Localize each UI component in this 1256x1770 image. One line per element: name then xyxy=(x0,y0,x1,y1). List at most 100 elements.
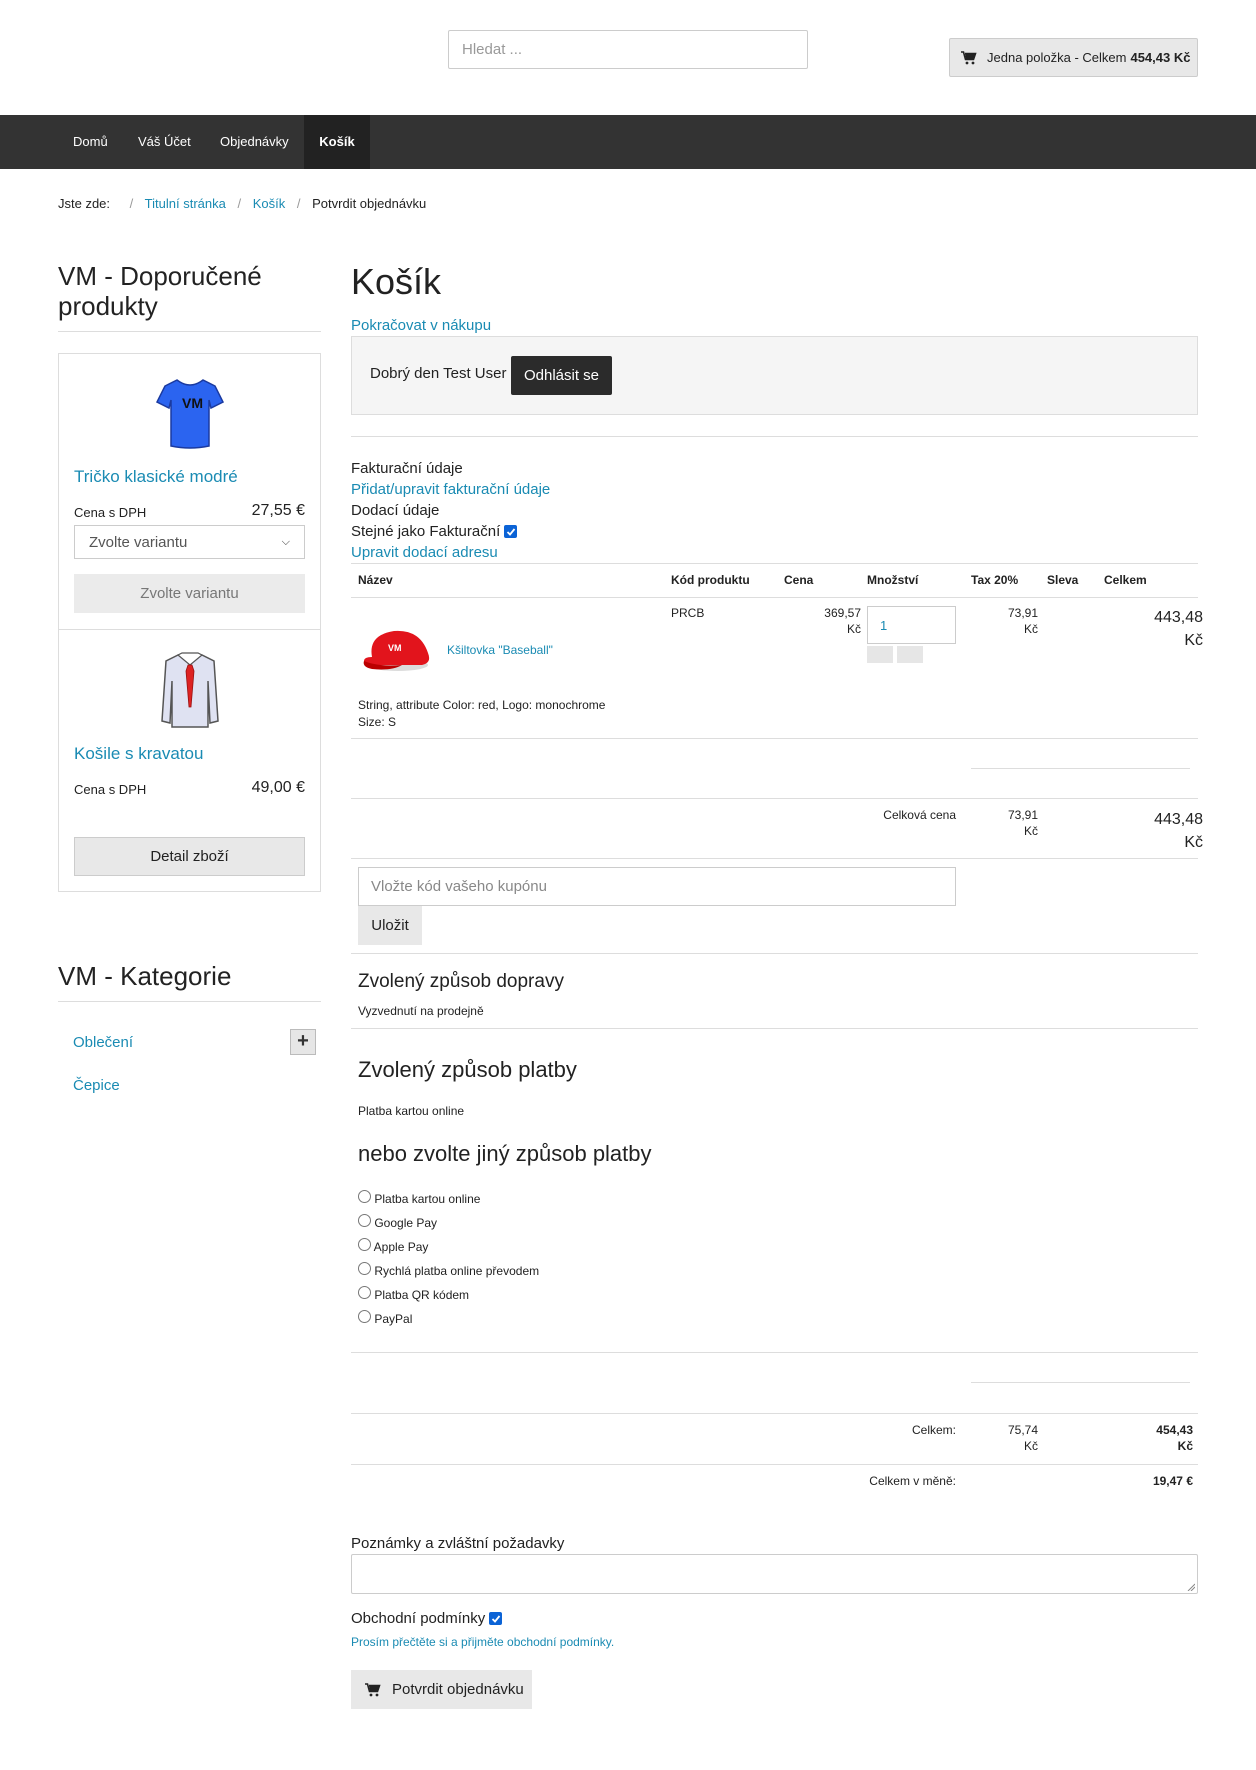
cart-icon xyxy=(365,1682,381,1696)
payment-option-radio[interactable] xyxy=(358,1190,371,1203)
shipping-method-heading: Zvolený způsob dopravy xyxy=(358,971,564,992)
tos-link[interactable]: Prosím přečtěte si a přijměte obchodní p… xyxy=(351,1635,614,1649)
payment-option[interactable]: Platba kartou online xyxy=(358,1187,539,1211)
variant-select[interactable]: Zvolte variantu ⌵ xyxy=(74,525,305,559)
grand-total-tax: 75,74 Kč xyxy=(960,1423,1038,1453)
nav-orders[interactable]: Objednávky xyxy=(220,115,289,169)
product-attributes-line: String, attribute Color: red, Logo: mono… xyxy=(358,698,606,712)
main-navbar: Domů Váš Účet Objednávky Košík xyxy=(0,115,1256,169)
shirt-tie-icon xyxy=(161,652,219,728)
logout-button[interactable]: Odhlásit se xyxy=(511,356,612,395)
update-quantity-button[interactable] xyxy=(867,646,893,663)
divider xyxy=(351,1464,1198,1465)
expand-category-button[interactable]: + xyxy=(290,1029,316,1055)
payment-option-label: Platba kartou online xyxy=(374,1192,481,1206)
edit-shipping-link[interactable]: Upravit dodací adresu xyxy=(351,544,498,561)
divider xyxy=(351,1413,1198,1414)
blue-tshirt-icon: VM xyxy=(155,379,225,449)
cart-product-link[interactable]: Kšiltovka "Baseball" xyxy=(447,643,553,657)
divider xyxy=(351,858,1198,859)
quantity-input[interactable]: 1 xyxy=(867,606,956,644)
subtotal-tax: 73,91 Kč xyxy=(960,808,1038,838)
category-clothing-link[interactable]: Oblečení xyxy=(73,1034,133,1051)
remove-product-button[interactable] xyxy=(897,646,923,663)
red-cap-icon: VM xyxy=(363,630,430,671)
product-name-link[interactable]: Tričko klasické modré xyxy=(74,467,238,487)
quantity-value: 1 xyxy=(880,617,888,633)
checkmark-icon xyxy=(506,527,515,536)
divider xyxy=(58,1001,321,1002)
payment-option-radio[interactable] xyxy=(358,1238,371,1251)
col-header-total: Celkem xyxy=(1104,573,1147,587)
coupon-save-button[interactable]: Uložit xyxy=(358,906,422,945)
payment-option-label: Google Pay xyxy=(374,1216,438,1230)
product-name-link[interactable]: Košile s kravatou xyxy=(74,744,203,764)
product-price: 49,00 € xyxy=(251,779,305,796)
breadcrumb-home-link[interactable]: Titulní stránka xyxy=(145,196,226,211)
shipping-method-value: Vyzvednutí na prodejně xyxy=(358,1004,484,1018)
edit-billing-link[interactable]: Přidat/upravit fakturační údaje xyxy=(351,481,550,498)
subtotal-tax-amount: 73,91 xyxy=(1007,808,1038,822)
search-input[interactable] xyxy=(448,30,808,69)
payment-option-radio[interactable] xyxy=(358,1262,371,1275)
svg-text:VM: VM xyxy=(182,395,203,411)
nav-cart[interactable]: Košík xyxy=(304,115,370,169)
same-as-billing-checkbox[interactable] xyxy=(504,525,517,538)
payment-option[interactable]: Rychlá platba online převodem xyxy=(358,1259,539,1283)
product-attributes: String, attribute Color: red, Logo: mono… xyxy=(358,697,605,731)
payment-option[interactable]: Apple Pay xyxy=(358,1235,539,1259)
divider xyxy=(971,1382,1190,1383)
col-header-name: Název xyxy=(358,573,393,587)
divider xyxy=(351,953,1198,954)
grand-total-amount: 454,43 xyxy=(1156,1423,1193,1437)
notes-textarea[interactable] xyxy=(351,1554,1198,1594)
divider xyxy=(351,798,1198,799)
product-detail-button[interactable]: Detail zboží xyxy=(74,837,305,876)
grand-total-value: 454,43 Kč xyxy=(1093,1423,1193,1453)
confirm-order-button[interactable]: Potvrdit objednávku xyxy=(351,1670,532,1709)
tos-checkbox[interactable] xyxy=(489,1612,502,1625)
divider xyxy=(58,331,321,332)
col-header-qty: Množství xyxy=(867,573,919,587)
payment-option[interactable]: PayPal xyxy=(358,1307,539,1331)
subtotal-total-amount: 443,48 xyxy=(1154,811,1203,828)
breadcrumb-separator: / xyxy=(129,196,134,211)
product-price: 369,57 Kč xyxy=(780,606,861,636)
cart-icon xyxy=(961,50,977,64)
page-title: Košík xyxy=(351,261,442,302)
resize-handle-icon[interactable] xyxy=(1187,1583,1195,1591)
payment-option[interactable]: Platba QR kódem xyxy=(358,1283,539,1307)
product-tax-currency: Kč xyxy=(1023,622,1038,636)
payment-option[interactable]: Google Pay xyxy=(358,1211,539,1235)
checkmark-icon xyxy=(491,1614,500,1623)
divider xyxy=(59,629,320,630)
payment-option-radio[interactable] xyxy=(358,1214,371,1227)
confirm-order-label: Potvrdit objednávku xyxy=(392,1681,524,1698)
grand-total-label: Celkem: xyxy=(911,1423,956,1437)
grand-total-tax-currency: Kč xyxy=(1023,1439,1038,1453)
product-total-currency: Kč xyxy=(1184,632,1203,649)
category-caps-link[interactable]: Čepice xyxy=(73,1077,120,1094)
breadcrumb-cart-link[interactable]: Košík xyxy=(253,196,286,211)
continue-shopping-link[interactable]: Pokračovat v nákupu xyxy=(351,317,491,334)
price-label: Cena s DPH xyxy=(74,505,147,520)
payment-options-list: Platba kartou online Google Pay Apple Pa… xyxy=(358,1187,539,1331)
breadcrumb-current: Potvrdit objednávku xyxy=(312,196,427,211)
product-tax-amount: 73,91 xyxy=(1007,606,1038,620)
payment-option-radio[interactable] xyxy=(358,1286,371,1299)
nav-home[interactable]: Domů xyxy=(73,115,108,169)
cart-summary-button[interactable]: Jedna položka - Celkem 454,43 Kč xyxy=(949,38,1198,77)
grand-total-currency: Kč xyxy=(1177,1439,1193,1453)
subtotal-total-currency: Kč xyxy=(1184,834,1203,851)
product-price: 27,55 € xyxy=(251,502,305,519)
payment-method-value: Platba kartou online xyxy=(358,1104,465,1118)
payment-option-radio[interactable] xyxy=(358,1310,371,1323)
categories-heading: VM - Kategorie xyxy=(58,961,232,991)
divider xyxy=(971,768,1190,769)
choose-variant-button[interactable]: Zvolte variantu xyxy=(74,574,305,613)
same-as-billing-label: Stejné jako Fakturační xyxy=(351,523,501,540)
cart-summary-text: Jedna položka - Celkem xyxy=(987,50,1127,65)
currency-total-value: 19,47 € xyxy=(1152,1474,1193,1488)
coupon-input[interactable]: Vložte kód vašeho kupónu xyxy=(358,867,956,906)
nav-account[interactable]: Váš Účet xyxy=(138,115,191,169)
